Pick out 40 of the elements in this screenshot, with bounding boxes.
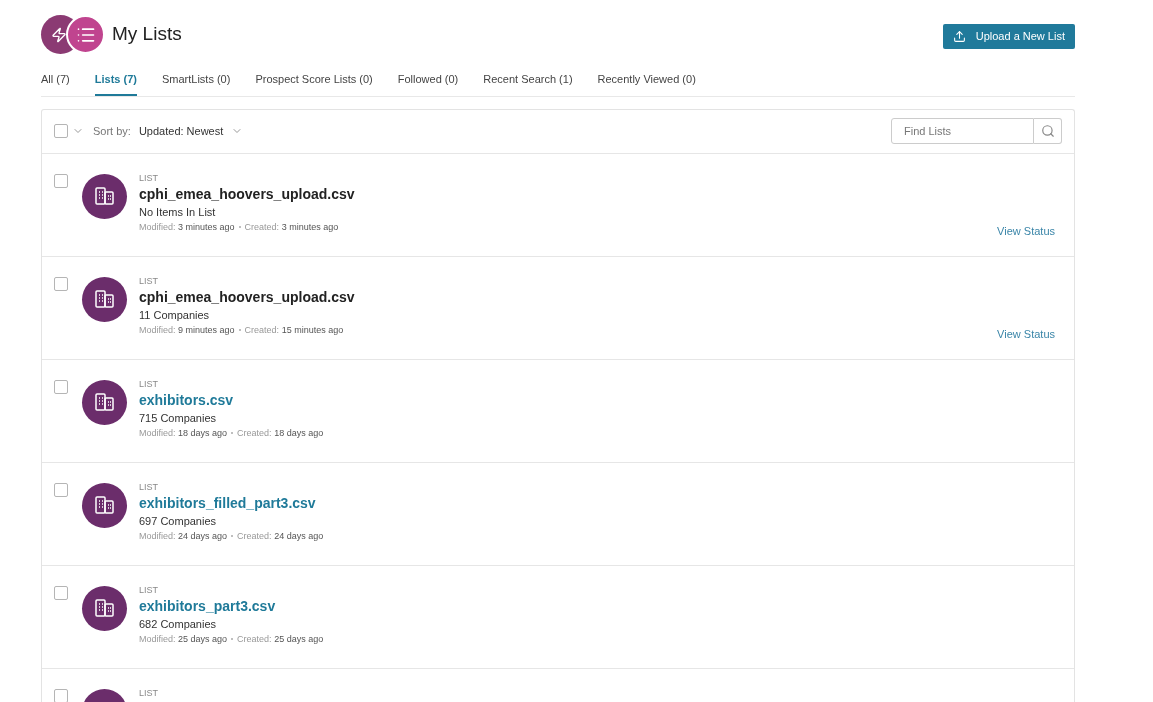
- modified-date: Modified: 18 days ago: [139, 426, 228, 440]
- page-title: My Lists: [112, 22, 182, 47]
- list-name: cphi_emea_hoovers_upload.csv: [139, 184, 355, 204]
- tab[interactable]: Recent Search (1): [483, 71, 573, 96]
- created-date: Created: 3 minutes ago: [244, 220, 339, 234]
- list-type: LIST: [139, 480, 159, 493]
- search-field[interactable]: Find Lists: [891, 118, 1034, 144]
- tab[interactable]: Followed (0): [397, 71, 459, 96]
- view-status-link[interactable]: View Status: [997, 325, 1055, 342]
- tab[interactable]: Recently Viewed (0): [597, 71, 696, 96]
- upload-button[interactable]: Upload a New List: [942, 24, 1075, 49]
- list-type: LIST: [139, 274, 159, 287]
- list-type: LIST: [139, 171, 159, 184]
- modified-date: Modified: 25 days ago: [139, 632, 228, 646]
- item-count: 11 Companies: [139, 307, 211, 323]
- list-name-link[interactable]: exhibitors.csv: [139, 389, 324, 410]
- list-name-link[interactable]: exhibitors_filled_part3.csv: [139, 492, 324, 513]
- created-date: Created: 18 days ago: [237, 426, 324, 440]
- modified-date: Modified: 9 minutes ago: [139, 323, 235, 337]
- view-status-link[interactable]: View Status: [997, 222, 1055, 239]
- item-count: 682 Companies: [139, 616, 218, 632]
- item-count: No Items In List: [139, 204, 217, 220]
- sort-label: Sort by:: [93, 123, 131, 139]
- item-count: 697 Companies: [139, 513, 218, 529]
- list-type: LIST: [139, 686, 158, 699]
- tab[interactable]: All (7): [41, 71, 70, 96]
- modified-date: Modified: 3 minutes ago: [139, 220, 235, 234]
- item-count: 715 Companies: [139, 410, 218, 426]
- modified-date: Modified: 24 days ago: [139, 529, 228, 543]
- created-date: Created: 25 days ago: [237, 632, 324, 646]
- tab[interactable]: SmartLists (0): [161, 71, 231, 96]
- list-type: LIST: [139, 583, 159, 596]
- list-name: cphi_emea_hoovers_upload.csv: [139, 287, 355, 307]
- list-name-link[interactable]: exhibitors_part3.csv: [139, 595, 324, 616]
- tab[interactable]: Prospect Score Lists (0): [255, 71, 373, 96]
- list-type: LIST: [139, 377, 159, 390]
- created-date: Created: 15 minutes ago: [244, 323, 344, 337]
- tab[interactable]: Lists (7): [94, 71, 137, 96]
- sort-dropdown[interactable]: Updated: Newest: [138, 122, 244, 140]
- created-date: Created: 24 days ago: [237, 529, 324, 543]
